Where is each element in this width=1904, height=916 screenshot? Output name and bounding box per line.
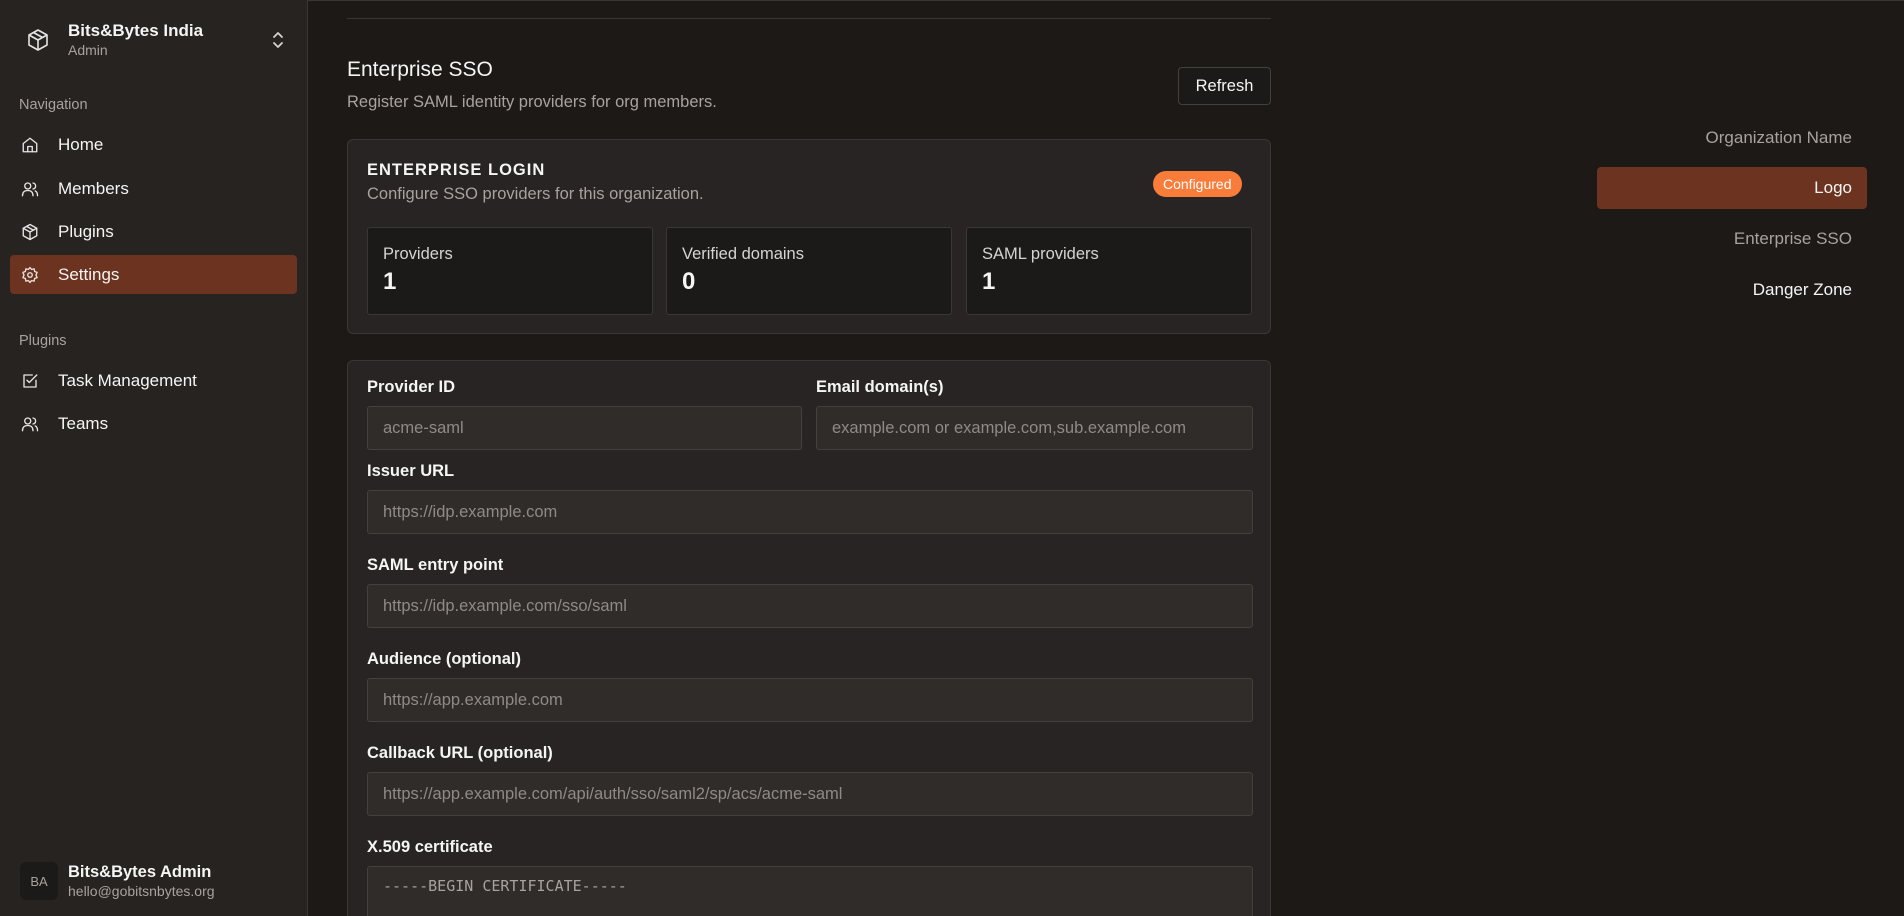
user-menu[interactable]: BA Bits&Bytes Admin hello@gobitsnbytes.o…: [20, 862, 215, 900]
saml-entry-point-input[interactable]: [367, 584, 1253, 628]
email-domains-input[interactable]: [816, 406, 1253, 450]
saml-entry-point-label: SAML entry point: [367, 556, 504, 574]
audience-label: Audience (optional): [367, 650, 521, 668]
card-title: ENTERPRISE LOGIN: [367, 161, 546, 179]
package-icon: [20, 22, 56, 58]
user-name: Bits&Bytes Admin: [68, 863, 212, 881]
sidebar: Bits&Bytes India Admin Navigation Home M…: [0, 0, 308, 916]
stat-saml-providers: SAML providers 1: [966, 227, 1252, 315]
sidebar-item-teams[interactable]: Teams: [10, 404, 297, 443]
sidebar-item-label: Task Management: [58, 370, 197, 390]
sidebar-item-label: Teams: [58, 413, 109, 433]
sidebar-item-label: Plugins: [58, 221, 114, 241]
sidebar-item-settings[interactable]: Settings: [10, 255, 297, 294]
stat-label: Verified domains: [682, 245, 804, 263]
issuer-url-label: Issuer URL: [367, 462, 455, 480]
checkbox-icon: [20, 371, 40, 391]
stat-value: 0: [682, 268, 696, 295]
org-info: Bits&Bytes India Admin: [68, 21, 266, 59]
email-domains-label: Email domain(s): [816, 378, 944, 396]
nav-group-label-plugins: Plugins: [19, 333, 67, 349]
page-title: Enterprise SSO: [347, 58, 493, 81]
home-icon: [20, 135, 40, 155]
enterprise-login-card: ENTERPRISE LOGIN Configure SSO providers…: [347, 139, 1271, 334]
stat-value: 1: [982, 268, 996, 295]
stat-label: Providers: [383, 245, 453, 263]
org-switcher[interactable]: Bits&Bytes India Admin: [20, 18, 290, 62]
settings-nav-organization-name[interactable]: Organization Name: [1597, 117, 1867, 159]
sidebar-item-home[interactable]: Home: [10, 125, 297, 164]
audience-input[interactable]: [367, 678, 1253, 722]
stat-label: SAML providers: [982, 245, 1099, 263]
callback-url-label: Callback URL (optional): [367, 744, 553, 762]
nav-group-label-navigation: Navigation: [19, 97, 88, 113]
settings-nav-enterprise-sso[interactable]: Enterprise SSO: [1597, 218, 1867, 260]
avatar: BA: [20, 862, 58, 900]
provider-id-input[interactable]: [367, 406, 802, 450]
saml-provider-form: Provider ID Email domain(s) Issuer URL S…: [347, 360, 1271, 916]
settings-nav-danger-zone[interactable]: Danger Zone: [1597, 269, 1867, 311]
refresh-button[interactable]: Refresh: [1178, 67, 1271, 105]
settings-nav-logo[interactable]: Logo: [1597, 167, 1867, 209]
sidebar-item-label: Members: [58, 178, 129, 198]
users-icon: [20, 414, 40, 434]
card-description: Configure SSO providers for this organiz…: [367, 185, 704, 203]
chevrons-up-down-icon[interactable]: [266, 28, 290, 52]
stat-providers: Providers 1: [367, 227, 653, 315]
user-email: hello@gobitsnbytes.org: [68, 883, 215, 899]
stat-value: 1: [383, 268, 397, 295]
certificate-label: X.509 certificate: [367, 838, 493, 856]
section-divider: [347, 18, 1271, 19]
sidebar-item-label: Settings: [58, 264, 120, 284]
certificate-textarea[interactable]: -----BEGIN CERTIFICATE-----: [367, 866, 1253, 916]
top-border: [308, 0, 1904, 1]
user-info: Bits&Bytes Admin hello@gobitsnbytes.org: [68, 862, 215, 900]
users-icon: [20, 179, 40, 199]
stat-verified-domains: Verified domains 0: [666, 227, 952, 315]
page-description: Register SAML identity providers for org…: [347, 93, 717, 111]
provider-id-label: Provider ID: [367, 378, 456, 396]
status-badge: Configured: [1153, 171, 1242, 197]
gear-icon: [20, 265, 40, 285]
org-name: Bits&Bytes India: [68, 21, 204, 40]
callback-url-input[interactable]: [367, 772, 1253, 816]
issuer-url-input[interactable]: [367, 490, 1253, 534]
sidebar-item-plugins[interactable]: Plugins: [10, 212, 297, 251]
sidebar-item-task-management[interactable]: Task Management: [10, 361, 297, 400]
org-role: Admin: [68, 42, 108, 58]
sidebar-item-members[interactable]: Members: [10, 169, 297, 208]
package-icon: [20, 222, 40, 242]
sidebar-item-label: Home: [58, 134, 104, 154]
